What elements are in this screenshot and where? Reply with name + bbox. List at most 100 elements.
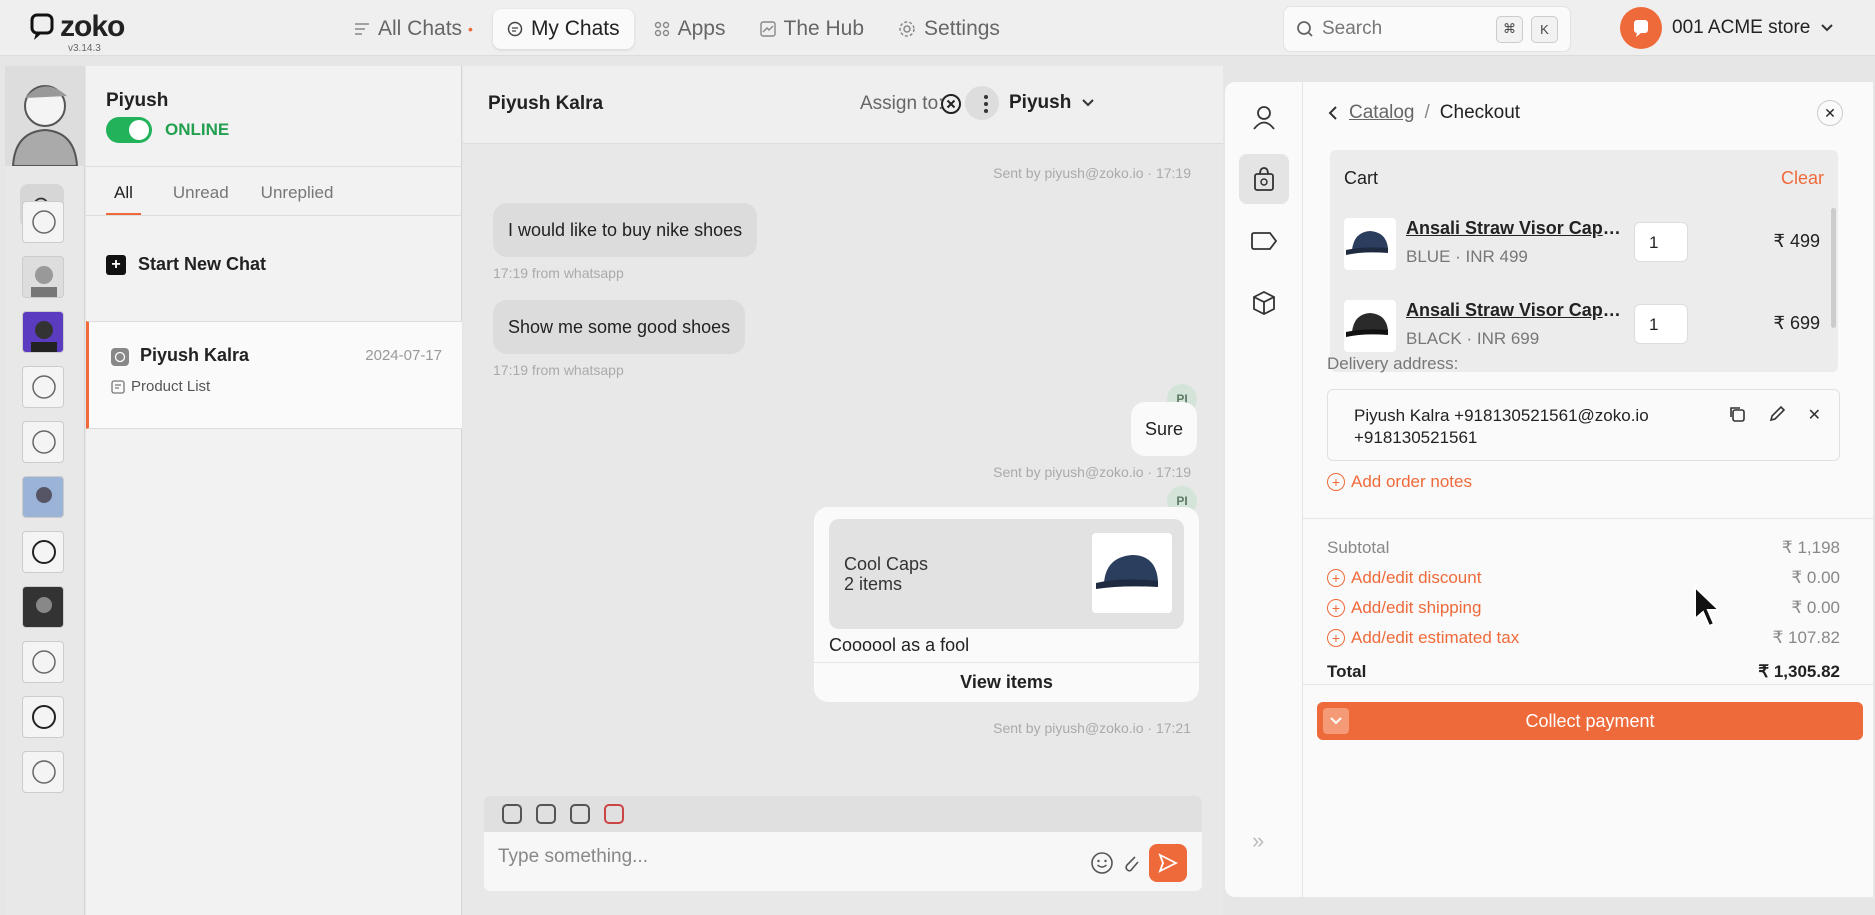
expand-panel-icon[interactable]: » [1252, 828, 1264, 854]
address-actions: ✕ [1728, 405, 1821, 425]
online-toggle[interactable] [106, 117, 152, 143]
contact-avatar[interactable] [22, 641, 64, 683]
clear-cart-button[interactable]: Clear [1781, 168, 1824, 189]
contact-avatar[interactable] [22, 256, 64, 298]
contact-avatar[interactable] [22, 366, 64, 408]
message-composer: Type something... [484, 796, 1202, 891]
nav-the-hub[interactable]: The Hub [746, 9, 879, 49]
product-price: ₹ 699 [1773, 313, 1821, 333]
tab-unreplied[interactable]: Unreplied [261, 167, 334, 215]
assignee-name: Piyush [1009, 92, 1072, 113]
product-thumbnail [1344, 218, 1396, 270]
search-box[interactable]: Search ⌘ K [1283, 6, 1571, 52]
chat-bubble-icon [507, 21, 523, 37]
message-text: I would like to buy nike shoes [508, 219, 743, 240]
top-bar: zoko v3.14.3 All Chats • My Chats Apps T… [0, 0, 1875, 56]
attachment-icon[interactable] [1122, 851, 1140, 875]
message-meta: Sent by piyush@zoko.io · 17:19 [993, 464, 1191, 480]
chevron-left-icon[interactable] [1327, 105, 1339, 121]
contact-avatar[interactable] [22, 201, 64, 243]
product-name[interactable]: Ansali Straw Visor Cap (up... [1406, 300, 1621, 321]
copy-icon[interactable] [1728, 405, 1746, 423]
close-chat-icon[interactable] [938, 91, 964, 117]
search-icon [1297, 21, 1313, 37]
message-input[interactable]: Type something... [498, 846, 648, 868]
plus-icon: + [106, 254, 126, 275]
chevron-down-icon[interactable] [1323, 708, 1349, 734]
contact-avatar[interactable] [22, 696, 64, 738]
add-tax-button[interactable]: + Add/edit estimated tax [1327, 628, 1519, 648]
zoko-logo[interactable]: zoko v3.14.3 [30, 10, 125, 54]
nav-apps-label: Apps [677, 17, 726, 40]
add-order-notes-button[interactable]: + Add order notes [1327, 472, 1472, 492]
contact-avatar[interactable] [22, 586, 64, 628]
send-button[interactable] [1149, 844, 1187, 882]
total-row: Total ₹ 1,305.82 [1327, 662, 1840, 680]
divider [1303, 684, 1873, 685]
apps-grid-icon [654, 21, 669, 37]
quick-reply-icon[interactable] [536, 804, 556, 824]
store-switcher[interactable]: 001 ACME store [1620, 7, 1834, 49]
product-name[interactable]: Ansali Straw Visor Cap (up... [1406, 218, 1621, 239]
breadcrumb-catalog[interactable]: Catalog [1349, 102, 1415, 124]
start-new-chat-button[interactable]: + Start New Chat [106, 254, 266, 275]
chat-header: Piyush Kalra Assign to: Piyush [463, 66, 1223, 144]
view-items-button[interactable]: View items [814, 662, 1199, 702]
product-variant: BLACK · INR 699 [1406, 329, 1540, 348]
tab-all[interactable]: All [106, 167, 141, 215]
tax-value: ₹ 107.82 [1772, 628, 1840, 647]
agent-name: Piyush [106, 90, 169, 111]
incoming-message: Show me some good shoes [493, 300, 746, 354]
emoji-icon[interactable] [1090, 851, 1114, 875]
nav-apps[interactable]: Apps [640, 9, 740, 49]
avatar-face-icon [32, 760, 56, 784]
contact-avatar[interactable] [22, 751, 64, 793]
chevron-down-icon [1821, 24, 1834, 32]
tab-unread[interactable]: Unread [173, 167, 229, 215]
send-icon [1158, 853, 1178, 873]
add-discount-button[interactable]: + Add/edit discount [1327, 568, 1481, 588]
composer-toolbar [484, 796, 1202, 832]
message-meta: 17:19 from whatsapp [493, 362, 624, 378]
agent-avatar-illustration [11, 85, 79, 167]
agent-avatar[interactable] [5, 66, 85, 167]
chat-list-item[interactable]: Piyush Kalra 2024-07-17 Product List [86, 321, 462, 429]
nav-settings[interactable]: Settings [884, 9, 1014, 49]
contact-avatar[interactable] [22, 421, 64, 463]
contact-info-tab[interactable] [1239, 92, 1289, 142]
list-icon [355, 23, 369, 35]
contacts-rail [5, 66, 85, 915]
plus-circle-icon: + [1327, 629, 1345, 647]
message-meta: Sent by piyush@zoko.io · 17:19 [993, 165, 1191, 181]
nav-the-hub-label: The Hub [783, 17, 865, 40]
avatar-face-icon [31, 321, 57, 352]
more-options-icon[interactable] [973, 91, 999, 117]
cart-scrollbar[interactable] [1831, 208, 1836, 328]
avatar-face-icon [32, 540, 56, 564]
note-icon[interactable] [570, 804, 590, 824]
nav-all-chats[interactable]: All Chats • [340, 9, 487, 49]
chat-list-pane: Piyush ONLINE All Unread Unreplied + Sta… [86, 66, 462, 915]
template-icon[interactable] [502, 804, 522, 824]
product-card[interactable]: Cool Caps 2 items [829, 519, 1184, 629]
shop-tab[interactable] [1239, 154, 1289, 204]
catalog-share-icon[interactable] [604, 804, 624, 824]
contact-avatar[interactable] [22, 476, 64, 518]
shopping-bag-icon [1254, 167, 1274, 191]
message-meta: Sent by piyush@zoko.io · 17:21 [993, 720, 1191, 736]
collect-payment-button[interactable]: Collect payment [1317, 702, 1863, 740]
contact-avatar[interactable] [22, 311, 64, 353]
quantity-input[interactable]: 1 [1634, 222, 1688, 262]
add-shipping-button[interactable]: + Add/edit shipping [1327, 598, 1481, 618]
quantity-input[interactable]: 1 [1634, 304, 1688, 344]
subtotal-row: Subtotal ₹ 1,198 [1327, 538, 1840, 558]
tags-tab[interactable] [1239, 216, 1289, 266]
remove-address-icon[interactable]: ✕ [1808, 405, 1821, 425]
nav-my-chats[interactable]: My Chats [492, 9, 634, 49]
whatsapp-icon [111, 348, 129, 366]
edit-pencil-icon[interactable] [1768, 405, 1786, 423]
products-tab[interactable] [1239, 278, 1289, 328]
store-name: 001 ACME store [1672, 17, 1811, 38]
contact-avatar[interactable] [22, 531, 64, 573]
close-panel-icon[interactable]: ✕ [1817, 100, 1843, 126]
